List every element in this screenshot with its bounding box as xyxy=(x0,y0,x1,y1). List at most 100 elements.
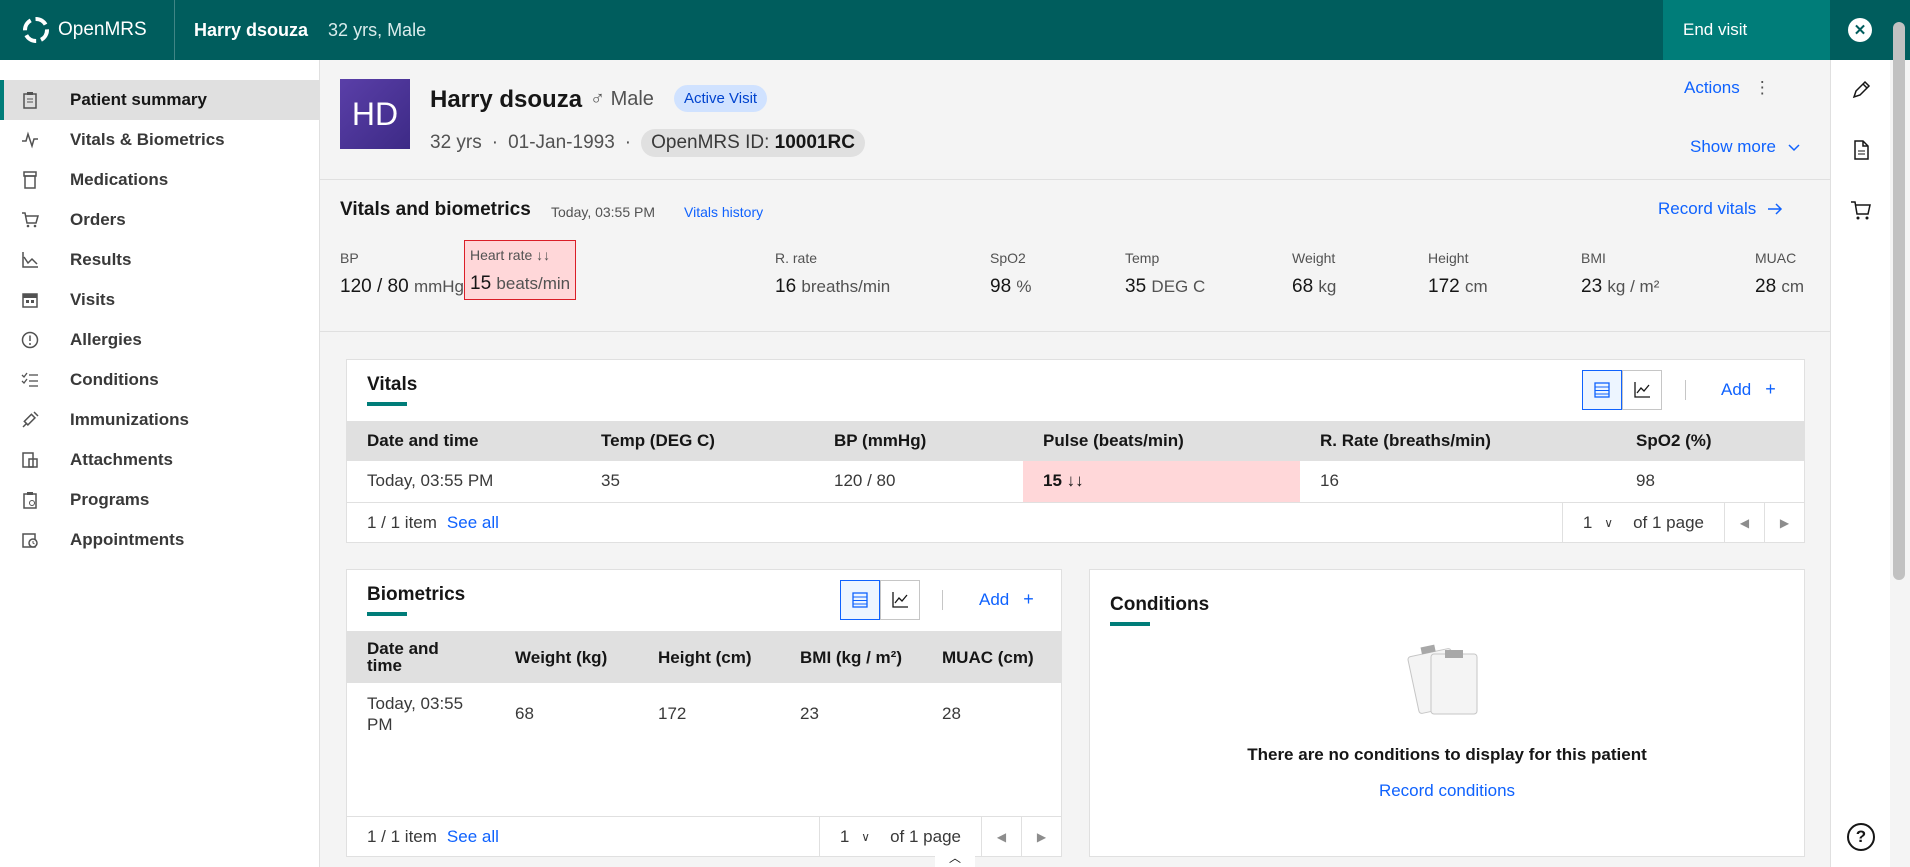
chart-view-button[interactable] xyxy=(1622,370,1662,410)
page-select[interactable]: 1 ∨ xyxy=(1561,503,1633,542)
appointment-icon xyxy=(20,530,40,550)
vital-label: R. rate xyxy=(775,250,818,266)
item-count: 1 / 1 item xyxy=(367,512,437,532)
close-icon: ✕ xyxy=(1848,18,1872,42)
biometrics-card-title: Biometrics xyxy=(367,584,465,616)
vital-value: 35 DEG C xyxy=(1125,276,1206,297)
vital-value: 120 / 80 mmHg xyxy=(340,276,465,297)
gender-label: Male xyxy=(610,88,654,110)
vital-value: 16 breaths/min xyxy=(775,276,891,297)
vital-label: MUAC xyxy=(1755,250,1797,266)
column-header[interactable]: Weight (kg) xyxy=(495,631,638,683)
clipboard-icon xyxy=(20,90,40,110)
sidebar-item-conditions[interactable]: Conditions xyxy=(0,360,319,400)
patient-meta: 32 yrs · 01-Jan-1993 · OpenMRS ID: 10001… xyxy=(430,129,865,157)
help-button[interactable]: ? xyxy=(1831,807,1891,867)
divider xyxy=(1685,380,1686,400)
add-vitals-button[interactable]: Add + xyxy=(1721,379,1776,400)
left-sidebar: Patient summary Vitals & Biometrics Medi… xyxy=(0,60,320,867)
id-value: 10001RC xyxy=(774,132,855,153)
vital-value: 23 kg / m² xyxy=(1581,276,1660,297)
page-scrollbar[interactable] xyxy=(1893,22,1905,580)
show-more-label: Show more xyxy=(1690,137,1776,156)
scroll-to-top-button[interactable]: ︿ xyxy=(935,848,975,867)
sidebar-item-visits[interactable]: Visits xyxy=(0,280,319,320)
column-header[interactable]: Date and time xyxy=(347,421,581,461)
clinical-forms-button[interactable] xyxy=(1831,120,1891,180)
next-page-button[interactable]: ▶ xyxy=(1764,503,1804,542)
sidebar-item-label: Programs xyxy=(70,490,150,509)
table-view-button[interactable] xyxy=(1582,370,1622,410)
end-visit-button[interactable]: End visit xyxy=(1663,0,1830,60)
patient-dob: 01-Jan-1993 xyxy=(508,132,615,153)
record-vitals-button[interactable]: Record vitals xyxy=(1658,199,1784,219)
table-icon xyxy=(852,592,868,608)
vital-value: 172 cm xyxy=(1428,276,1488,297)
conditions-card-title: Conditions xyxy=(1110,594,1209,626)
gender-male-icon: ♂ xyxy=(590,88,605,110)
vitals-card-title: Vitals xyxy=(367,374,417,406)
column-header[interactable]: BMI (kg / m²) xyxy=(780,631,922,683)
see-all-link[interactable]: See all xyxy=(447,827,499,847)
actions-menu-button[interactable]: Actions ⋮ xyxy=(1684,78,1771,98)
table-view-button[interactable] xyxy=(840,580,880,620)
brand-name: OpenMRS xyxy=(58,19,147,40)
vitals-biometrics-summary: Vitals and biometrics Today, 03:55 PM Vi… xyxy=(320,180,1830,332)
empty-state: There are no conditions to display for t… xyxy=(1090,640,1804,801)
column-header[interactable]: Date and time xyxy=(347,631,495,683)
sidebar-item-attachments[interactable]: Attachments xyxy=(0,440,319,480)
page-select[interactable]: 1 ∨ xyxy=(818,817,890,856)
column-header[interactable]: BP (mmHg) xyxy=(814,421,1023,461)
sidebar-item-immunizations[interactable]: Immunizations xyxy=(0,400,319,440)
sidebar-item-patient-summary[interactable]: Patient summary xyxy=(0,80,319,120)
table-cell: 35 xyxy=(581,461,814,503)
vital-label: BMI xyxy=(1581,250,1606,266)
sidebar-item-medications[interactable]: Medications xyxy=(0,160,319,200)
column-header[interactable]: MUAC (cm) xyxy=(922,631,1061,683)
vital-label: BP xyxy=(340,250,359,266)
column-header[interactable]: SpO2 (%) xyxy=(1616,421,1804,461)
see-all-link[interactable]: See all xyxy=(447,513,499,533)
sidebar-item-results[interactable]: Results xyxy=(0,240,319,280)
vital-tile-height: Height 172 cm xyxy=(1428,250,1488,298)
openmrs-logo[interactable]: OpenMRS xyxy=(0,0,175,60)
vital-value: 28 cm xyxy=(1755,276,1805,297)
column-header[interactable]: R. Rate (breaths/min) xyxy=(1300,421,1616,461)
item-count: 1 / 1 item xyxy=(367,826,437,846)
order-basket-button[interactable] xyxy=(1831,180,1891,240)
right-action-rail: ? xyxy=(1830,60,1890,867)
column-header[interactable]: Pulse (beats/min) xyxy=(1023,421,1300,461)
next-page-button[interactable]: ▶ xyxy=(1021,817,1061,856)
record-conditions-link[interactable]: Record conditions xyxy=(1090,781,1804,801)
chart-view-button[interactable] xyxy=(880,580,920,620)
close-patient-button[interactable]: ✕ xyxy=(1830,0,1890,60)
sidebar-item-appointments[interactable]: Appointments xyxy=(0,520,319,560)
plus-icon: + xyxy=(1765,379,1776,399)
previous-page-button[interactable]: ◀ xyxy=(1724,503,1764,542)
vitals-history-link[interactable]: Vitals history xyxy=(684,204,763,220)
openmrs-id-tag: OpenMRS ID: 10001RC xyxy=(641,129,865,157)
line-chart-icon xyxy=(892,592,908,608)
sidebar-item-vitals-biometrics[interactable]: Vitals & Biometrics xyxy=(0,120,319,160)
topbar-patient-meta: 32 yrs, Male xyxy=(328,19,427,40)
sidebar-item-programs[interactable]: Programs xyxy=(0,480,319,520)
actions-label: Actions xyxy=(1684,78,1740,97)
vital-tile-spo2: SpO2 98 % xyxy=(990,250,1032,298)
previous-page-button[interactable]: ◀ xyxy=(981,817,1021,856)
sidebar-item-allergies[interactable]: Allergies xyxy=(0,320,319,360)
chart-icon xyxy=(20,250,40,270)
vital-label: SpO2 xyxy=(990,250,1026,266)
sidebar-item-label: Immunizations xyxy=(70,410,190,429)
vitals-summary-time: Today, 03:55 PM xyxy=(551,204,656,220)
sidebar-item-orders[interactable]: Orders xyxy=(0,200,319,240)
sidebar-item-label: Vitals & Biometrics xyxy=(70,130,225,149)
show-more-button[interactable]: Show more xyxy=(1690,137,1802,157)
visit-note-button[interactable] xyxy=(1831,60,1891,120)
add-label: Add xyxy=(979,589,1010,609)
column-header[interactable]: Temp (DEG C) xyxy=(581,421,814,461)
add-biometrics-button[interactable]: Add + xyxy=(979,589,1034,610)
column-header[interactable]: Height (cm) xyxy=(638,631,780,683)
table-icon xyxy=(1594,382,1610,398)
top-navigation-bar: OpenMRS Harry dsouza 32 yrs, Male End vi… xyxy=(0,0,1910,60)
vital-label: Temp xyxy=(1125,250,1160,266)
